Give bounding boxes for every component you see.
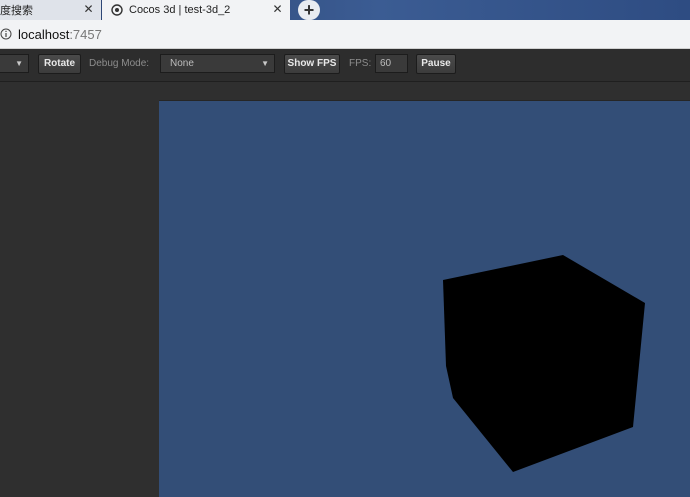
- rotate-button[interactable]: Rotate: [38, 54, 81, 74]
- url-host: localhost: [18, 26, 70, 42]
- chevron-down-icon: ▼: [261, 59, 269, 68]
- info-icon[interactable]: [0, 28, 12, 40]
- tab-baidu-search[interactable]: 度搜索 ✕: [0, 0, 101, 20]
- show-fps-button[interactable]: Show FPS: [284, 54, 340, 74]
- chevron-down-icon: ▼: [15, 59, 23, 68]
- cocos-favicon-icon: [111, 4, 123, 16]
- pause-button[interactable]: Pause: [416, 54, 456, 74]
- address-bar[interactable]: localhost:7457: [0, 20, 690, 49]
- device-select[interactable]: ▼: [0, 54, 29, 73]
- browser-tab-strip: 度搜索 ✕ Cocos 3d | test-3d_2 ✕ +: [0, 0, 690, 20]
- tab-title: Cocos 3d | test-3d_2: [129, 4, 231, 16]
- fps-label: FPS:: [349, 58, 372, 69]
- cocos-preview-toolbar: ▼ Rotate Debug Mode: None ▼ Show FPS FPS…: [0, 49, 690, 82]
- cube-model: [443, 255, 645, 472]
- game-canvas[interactable]: [159, 100, 690, 497]
- plus-icon[interactable]: +: [298, 0, 320, 20]
- url-port: :7457: [69, 26, 102, 42]
- close-icon[interactable]: ✕: [82, 3, 95, 16]
- left-panel: [0, 82, 159, 496]
- debug-mode-value: None: [170, 58, 194, 69]
- debug-mode-label: Debug Mode:: [89, 58, 150, 69]
- close-icon[interactable]: ✕: [271, 3, 284, 16]
- fps-input[interactable]: 60: [375, 54, 408, 73]
- url-text[interactable]: localhost:7457: [18, 27, 102, 42]
- tab-cocos-3d[interactable]: Cocos 3d | test-3d_2 ✕: [102, 0, 290, 20]
- debug-mode-select[interactable]: None ▼: [160, 54, 275, 73]
- tab-title: 度搜索: [0, 5, 33, 17]
